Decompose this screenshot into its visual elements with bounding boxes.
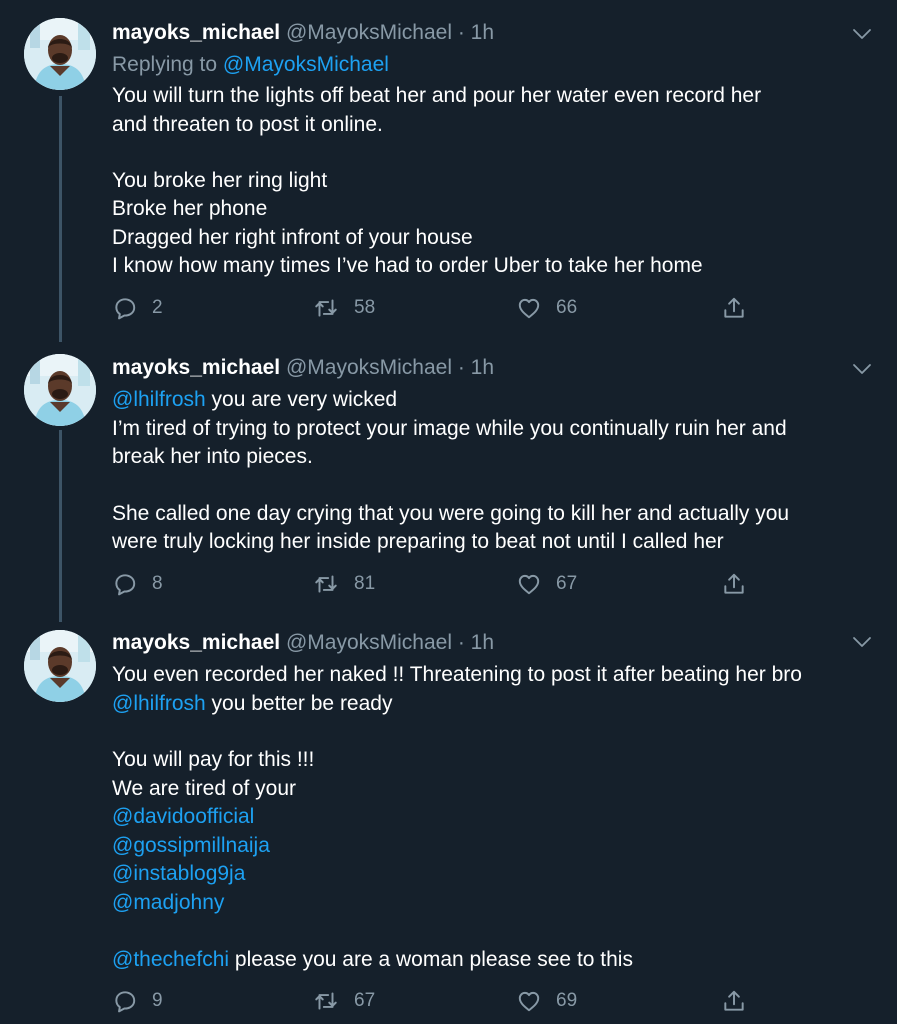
reply-button[interactable]: 9 xyxy=(112,987,163,1015)
author-name[interactable]: mayoks_michael xyxy=(112,21,280,44)
reply-count: 9 xyxy=(152,990,163,1011)
retweet-count: 67 xyxy=(354,990,376,1011)
reply-icon xyxy=(112,571,138,597)
avatar[interactable] xyxy=(24,630,96,702)
reply-count: 2 xyxy=(152,297,163,318)
tweet-header: mayoks_michael @MayoksMichael · 1h xyxy=(112,20,494,46)
like-button[interactable]: 66 xyxy=(516,294,577,322)
author-handle[interactable]: @MayoksMichael xyxy=(286,631,452,654)
tweet-text-line: Dragged her right infront of your house xyxy=(112,226,473,249)
timestamp[interactable]: 1h xyxy=(471,21,494,44)
retweet-icon xyxy=(312,571,340,597)
mention-link[interactable]: @instablog9ja xyxy=(112,860,245,888)
reply-icon xyxy=(112,295,138,321)
retweet-button[interactable]: 81 xyxy=(312,570,375,598)
tweet-text-fragment: you are very wicked xyxy=(205,388,398,411)
tweet-text-line: You even recorded her naked !! Threateni… xyxy=(112,663,802,686)
share-button[interactable] xyxy=(721,570,747,598)
tweet-thread: mayoks_michael @MayoksMichael · 1h Reply… xyxy=(0,0,897,1024)
like-button[interactable]: 67 xyxy=(516,570,577,598)
share-button[interactable] xyxy=(721,294,747,322)
author-name[interactable]: mayoks_michael xyxy=(112,631,280,654)
tweet-text-line: You broke her ring light xyxy=(112,169,328,192)
author-handle[interactable]: @MayoksMichael xyxy=(286,356,452,379)
share-icon xyxy=(721,988,747,1014)
reply-count: 8 xyxy=(152,573,163,594)
like-count: 66 xyxy=(556,297,578,318)
retweet-button[interactable]: 67 xyxy=(312,987,375,1015)
author-handle[interactable]: @MayoksMichael xyxy=(286,21,452,44)
tweet-text-line: We are tired of your xyxy=(112,777,297,800)
timestamp[interactable]: 1h xyxy=(471,631,494,654)
replying-to-label: Replying to xyxy=(112,53,218,76)
author-name[interactable]: mayoks_michael xyxy=(112,356,280,379)
retweet-button[interactable]: 58 xyxy=(312,294,375,322)
separator-dot: · xyxy=(457,631,465,654)
mention-link[interactable]: @lhilfrosh xyxy=(112,692,206,715)
tweet-text-line: You will turn the lights off beat her an… xyxy=(112,84,762,107)
tweet-text-fragment: you better be ready xyxy=(205,692,393,715)
share-icon xyxy=(721,571,747,597)
like-button[interactable]: 69 xyxy=(516,987,577,1015)
tweet-header: mayoks_michael @MayoksMichael · 1h xyxy=(112,630,494,656)
thread-connector xyxy=(59,96,62,342)
tweet-text-line: @lhilfrosh you better be ready xyxy=(112,690,392,718)
mention-link[interactable]: @thechefchi xyxy=(112,948,229,971)
reply-icon xyxy=(112,988,138,1014)
like-icon xyxy=(516,571,542,597)
mention-link[interactable]: @gossipmillnaija xyxy=(112,832,270,860)
retweet-count: 58 xyxy=(354,297,376,318)
tweet-text-line: Broke her phone xyxy=(112,197,268,220)
chevron-down-icon[interactable] xyxy=(850,359,874,379)
chevron-down-icon[interactable] xyxy=(850,24,874,44)
reply-button[interactable]: 8 xyxy=(112,570,163,598)
tweet-text-line: She called one day crying that you were … xyxy=(112,502,790,525)
like-icon xyxy=(516,295,542,321)
timestamp[interactable]: 1h xyxy=(471,356,494,379)
avatar[interactable] xyxy=(24,18,96,90)
replying-to: Replying to @MayoksMichael xyxy=(112,51,389,79)
like-icon xyxy=(516,988,542,1014)
retweet-icon xyxy=(312,295,340,321)
retweet-icon xyxy=(312,988,340,1014)
tweet-text-line: break her into pieces. xyxy=(112,445,313,468)
mention-link[interactable]: @davidoofficial xyxy=(112,803,254,831)
tweet-text-line: I’m tired of trying to protect your imag… xyxy=(112,417,787,440)
chevron-down-icon[interactable] xyxy=(850,632,874,652)
separator-dot: · xyxy=(457,356,465,379)
tweet-text-line: and threaten to post it online. xyxy=(112,113,383,136)
avatar[interactable] xyxy=(24,354,96,426)
share-button[interactable] xyxy=(721,987,747,1015)
mention-link[interactable]: @madjohny xyxy=(112,889,224,917)
tweet-text-fragment: please you are a woman please see to thi… xyxy=(229,948,633,971)
like-count: 69 xyxy=(556,990,578,1011)
tweet-text-line: You will pay for this !!! xyxy=(112,748,315,771)
tweet-text-line: @lhilfrosh you are very wicked xyxy=(112,386,397,414)
retweet-count: 81 xyxy=(354,573,376,594)
mention-link[interactable]: @lhilfrosh xyxy=(112,388,206,411)
mention-link[interactable]: @MayoksMichael xyxy=(223,53,389,76)
thread-connector xyxy=(59,430,62,622)
separator-dot: · xyxy=(457,21,465,44)
tweet-header: mayoks_michael @MayoksMichael · 1h xyxy=(112,355,494,381)
tweet-text-line: @thechefchi please you are a woman pleas… xyxy=(112,946,633,974)
share-icon xyxy=(721,295,747,321)
like-count: 67 xyxy=(556,573,578,594)
tweet-text-line: were truly locking her inside preparing … xyxy=(112,530,724,553)
tweet-text-line: I know how many times I’ve had to order … xyxy=(112,254,703,277)
reply-button[interactable]: 2 xyxy=(112,294,163,322)
